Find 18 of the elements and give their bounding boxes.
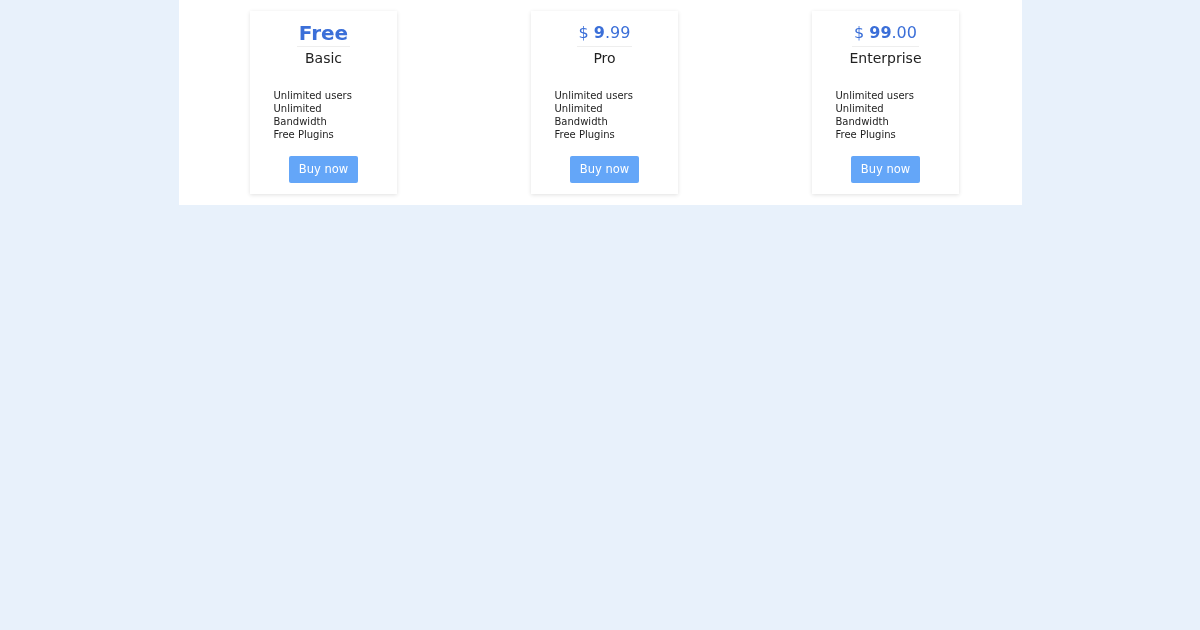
feature-item: Unlimited users	[273, 89, 353, 102]
price: $ 9.99	[576, 20, 633, 47]
buy-button[interactable]: Buy now	[850, 155, 921, 183]
feature-item: Unlimited Bandwidth	[835, 102, 890, 128]
feature-item: Free Plugins	[835, 128, 897, 141]
plan-name: Pro	[593, 49, 616, 68]
plan-name: Basic	[304, 49, 343, 68]
feature-item: Free Plugins	[554, 128, 616, 141]
buy-button[interactable]: Buy now	[288, 155, 359, 183]
buy-button[interactable]: Buy now	[569, 155, 640, 183]
plan-name: Enterprise	[849, 49, 922, 68]
price: Free	[296, 20, 351, 47]
feature-item: Unlimited Bandwidth	[554, 102, 609, 128]
feature-item: Unlimited users	[554, 89, 634, 102]
feature-item: Unlimited Bandwidth	[273, 102, 328, 128]
feature-item: Unlimited users	[835, 89, 915, 102]
price: $ 99.00	[852, 20, 919, 47]
feature-item: Free Plugins	[273, 128, 335, 141]
